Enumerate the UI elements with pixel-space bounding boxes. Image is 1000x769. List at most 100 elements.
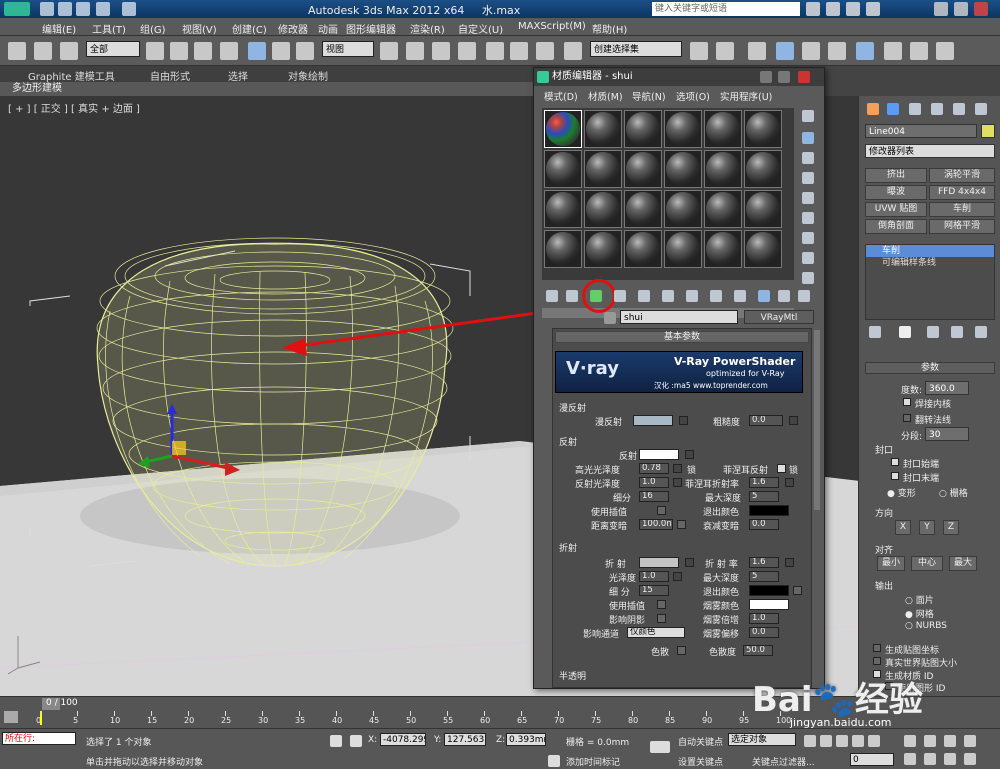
next-frame-icon[interactable]: [852, 735, 864, 747]
redo-icon[interactable]: [122, 2, 136, 16]
manipulate-icon[interactable]: [406, 42, 424, 60]
show-end-result-icon[interactable]: [758, 290, 770, 302]
object-name-field[interactable]: Line004: [865, 124, 977, 138]
go-to-parent-icon[interactable]: [778, 290, 790, 302]
grid-radio[interactable]: ○ 栅格: [939, 486, 968, 499]
object-color-swatch[interactable]: [981, 124, 995, 138]
cap-start-checkbox[interactable]: [891, 458, 899, 466]
degrees-field[interactable]: 360.0: [925, 381, 969, 395]
get-material-icon[interactable]: [546, 290, 558, 302]
motion-tab-icon[interactable]: [931, 103, 943, 115]
sample-slot[interactable]: [584, 230, 622, 268]
pivot-icon[interactable]: [380, 42, 398, 60]
show-map-icon[interactable]: [734, 290, 746, 302]
sample-slot[interactable]: [624, 110, 662, 148]
key-selection-select[interactable]: 选定对象: [728, 733, 796, 746]
diffuse-color-swatch[interactable]: [633, 415, 673, 426]
ffd-button[interactable]: FFD 4x4x4: [929, 185, 995, 200]
mated-menu-mode[interactable]: 模式(D): [544, 89, 578, 103]
refl-interp-checkbox[interactable]: [657, 506, 666, 515]
refl-exit-color-swatch[interactable]: [749, 505, 789, 516]
mated-menu-utilities[interactable]: 实用程序(U): [720, 89, 772, 103]
key-filters-button[interactable]: 关键点过滤器...: [752, 755, 815, 768]
dim-dist-field[interactable]: 100.0n: [639, 519, 673, 530]
roughness-map-button[interactable]: [789, 416, 798, 425]
max-toggle-icon[interactable]: [964, 753, 976, 765]
affect-shadows-checkbox[interactable]: [657, 614, 666, 623]
backlight-icon[interactable]: [802, 132, 814, 144]
make-preview-icon[interactable]: [802, 212, 814, 224]
fov-icon[interactable]: [904, 753, 916, 765]
infocenter-icon[interactable]: [826, 2, 840, 16]
refract-map-button[interactable]: [685, 558, 694, 567]
menu-group[interactable]: 组(G): [140, 21, 166, 36]
ribbon-subtab[interactable]: 多边形建模: [0, 82, 540, 96]
open-icon[interactable]: [58, 2, 72, 16]
refr-exit-color-swatch[interactable]: [749, 585, 789, 596]
spinner-snap-icon[interactable]: [536, 42, 554, 60]
background-icon[interactable]: [802, 152, 814, 164]
align-icon[interactable]: [716, 42, 734, 60]
refr-gloss-map-button[interactable]: [673, 572, 682, 581]
lathe-button[interactable]: 车削: [929, 202, 995, 217]
uv-tiling-icon[interactable]: [802, 172, 814, 184]
menu-views[interactable]: 视图(V): [182, 21, 217, 36]
menu-rendering[interactable]: 渲染(R): [410, 21, 445, 36]
tab-graphite[interactable]: Graphite 建模工具: [28, 68, 115, 83]
layer-manager-icon[interactable]: [748, 42, 766, 60]
go-forward-sibling-icon[interactable]: [798, 290, 810, 302]
z-coord-field[interactable]: 0.393mm: [506, 733, 546, 746]
viewport-label[interactable]: [ + ] [ 正交 ] [ 真实 + 边面 ]: [8, 100, 140, 115]
mated-menu-options[interactable]: 选项(O): [676, 89, 710, 103]
dim-falloff-field[interactable]: 0.0: [749, 519, 779, 530]
y-coord-field[interactable]: 127.563mm: [444, 733, 486, 746]
snap-3d-icon[interactable]: [458, 42, 476, 60]
configure-sets-icon[interactable]: [975, 326, 987, 338]
set-key-button[interactable]: 设置关键点: [678, 755, 723, 768]
sample-slot[interactable]: [704, 110, 742, 148]
mated-minimize-icon[interactable]: [760, 71, 772, 83]
sample-slot[interactable]: [744, 110, 782, 148]
sample-slot[interactable]: [704, 230, 742, 268]
out-patch-radio[interactable]: ○ 面片: [905, 593, 934, 606]
sample-slot[interactable]: [624, 230, 662, 268]
rotate-icon[interactable]: [272, 42, 290, 60]
graphite-toggle-icon[interactable]: [776, 42, 794, 60]
zoom-extents-icon[interactable]: [944, 735, 956, 747]
autokey-button[interactable]: 自动关键点: [678, 735, 723, 748]
morph-radio[interactable]: ● 变形: [887, 486, 916, 499]
fresnel-lock-label[interactable]: 锁: [789, 463, 798, 476]
turbosmooth-button[interactable]: 涡轮平滑: [929, 168, 995, 183]
select-by-name-icon[interactable]: [170, 42, 188, 60]
zoom-icon[interactable]: [904, 735, 916, 747]
link-icon[interactable]: [8, 42, 26, 60]
align-min-button[interactable]: 最小: [877, 556, 905, 571]
tab-freeform[interactable]: 自由形式: [150, 68, 190, 83]
play-icon[interactable]: [836, 735, 848, 747]
refl-gloss-map-button[interactable]: [673, 478, 682, 487]
sample-slot[interactable]: [744, 230, 782, 268]
sample-slot[interactable]: [664, 190, 702, 228]
menu-tools[interactable]: 工具(T): [92, 21, 126, 36]
prev-frame-icon[interactable]: [820, 735, 832, 747]
modify-tab-icon[interactable]: [887, 103, 899, 115]
make-copy-icon[interactable]: [638, 290, 650, 302]
menu-help[interactable]: 帮助(H): [592, 21, 627, 36]
roughness-field[interactable]: 0.0: [749, 415, 783, 426]
go-end-icon[interactable]: [868, 735, 880, 747]
menu-create[interactable]: 创建(C): [232, 21, 267, 36]
zoom-all-icon[interactable]: [924, 735, 936, 747]
refl-max-depth-field[interactable]: 5: [749, 491, 779, 502]
unlink-icon[interactable]: [34, 42, 52, 60]
ior-field[interactable]: 1.6: [749, 557, 779, 568]
material-map-navigator-icon[interactable]: [802, 272, 814, 284]
align-center-button[interactable]: 中心: [911, 556, 943, 571]
stack-item-editable-spline[interactable]: 可编辑样条线: [866, 257, 994, 269]
angle-snap-icon[interactable]: [486, 42, 504, 60]
put-to-scene-icon[interactable]: [566, 290, 578, 302]
scale-icon[interactable]: [296, 42, 314, 60]
rect-region-icon[interactable]: [194, 42, 212, 60]
make-unique-icon[interactable]: [662, 290, 674, 302]
hilight-lock-label[interactable]: 锁: [687, 463, 696, 476]
sample-slot[interactable]: [584, 110, 622, 148]
